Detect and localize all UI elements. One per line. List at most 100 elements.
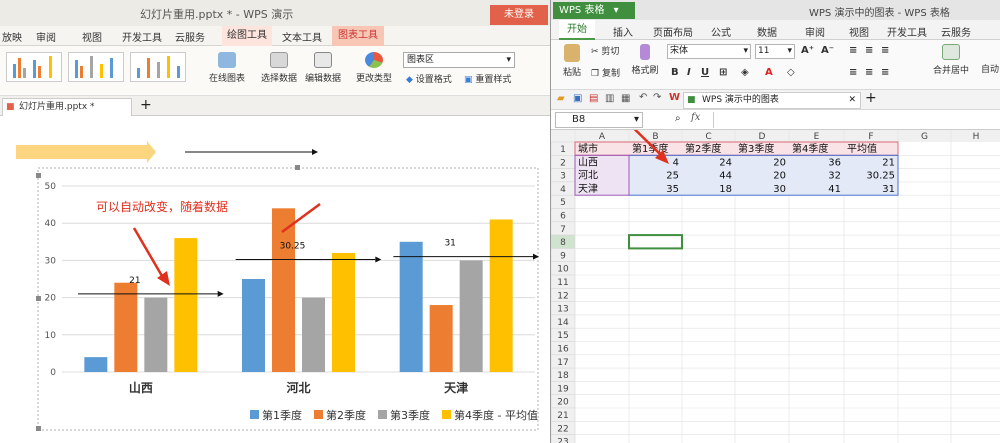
city-cell[interactable]: 山西 <box>578 156 598 168</box>
bar-chart[interactable]: 0 10 20 30 40 50 山西 21 河北 30.25 天津 31 第1季度 第2季度 第3季度 第4… <box>45 182 539 422</box>
bar[interactable] <box>84 357 108 372</box>
tab-drawing-tools[interactable]: 绘图工具 <box>222 26 272 46</box>
bar[interactable] <box>332 252 355 372</box>
chart-style-thumb-1[interactable] <box>6 52 62 82</box>
column-header[interactable]: B <box>652 132 658 142</box>
column-header[interactable]: C <box>705 132 711 142</box>
function-icon[interactable]: fx <box>691 112 700 123</box>
add-tab-button[interactable]: + <box>865 90 877 106</box>
bar[interactable] <box>489 219 513 372</box>
header-cell[interactable]: 第4季度 <box>792 142 828 155</box>
bar[interactable] <box>174 238 198 372</box>
format-button[interactable]: ◆ 设置格式 <box>406 72 458 85</box>
print-icon[interactable]: ▥ <box>605 93 614 104</box>
bar[interactable] <box>272 208 295 372</box>
tab-developer[interactable]: 开发工具 <box>122 29 162 44</box>
data-cell[interactable]: 41 <box>828 184 841 195</box>
login-button[interactable]: 未登录 <box>490 5 548 25</box>
header-cell[interactable]: 城市 <box>578 142 598 155</box>
clear-format-icon[interactable]: ◇ <box>787 67 795 78</box>
resize-handle[interactable] <box>36 426 41 431</box>
bar[interactable] <box>242 279 265 372</box>
data-cell[interactable]: 24 <box>719 157 732 168</box>
auto-wrap-button[interactable]: 自动 <box>979 62 1000 75</box>
city-cell[interactable]: 天津 <box>578 183 598 195</box>
border-icon[interactable]: ⊞ <box>719 67 727 78</box>
name-box[interactable]: B8 ▾ <box>555 112 643 128</box>
redo-icon[interactable]: ↷ <box>653 92 661 103</box>
data-cell[interactable]: 32 <box>828 171 841 182</box>
column-header[interactable]: A <box>599 132 606 142</box>
edit-data-button[interactable]: 编辑数据 <box>302 52 344 84</box>
preview-icon[interactable]: ▦ <box>621 93 630 104</box>
align-left-icon[interactable]: ≡ <box>849 67 857 78</box>
save-icon[interactable]: ▣ <box>573 93 582 104</box>
tab-slideshow[interactable]: 放映 <box>2 29 22 44</box>
tab-developer[interactable]: 开发工具 <box>887 24 927 39</box>
bar[interactable] <box>144 297 168 372</box>
data-cell[interactable]: 36 <box>828 157 841 168</box>
data-cell[interactable]: 4 <box>673 157 679 168</box>
tab-review[interactable]: 审阅 <box>805 24 825 39</box>
data-cell[interactable]: 31 <box>882 184 895 195</box>
italic-icon[interactable]: I <box>687 67 691 78</box>
wps-app-button[interactable]: WPS 表格 ▾ <box>553 2 635 19</box>
close-icon[interactable]: ✕ <box>848 93 856 108</box>
data-cell[interactable]: 20 <box>773 171 786 182</box>
underline-icon[interactable]: U <box>701 67 709 78</box>
font-color-icon[interactable]: A <box>765 67 773 78</box>
align-bottom-icon[interactable]: ≡ <box>881 45 889 56</box>
bold-icon[interactable]: B <box>671 67 679 78</box>
chart-style-thumb-3[interactable] <box>130 52 186 82</box>
header-cell[interactable]: 第3季度 <box>738 142 774 155</box>
column-header[interactable]: F <box>868 132 873 142</box>
column-header[interactable]: E <box>814 132 820 142</box>
copy-button[interactable]: ❐ 复制 <box>591 66 620 79</box>
tab-text-tools[interactable]: 文本工具 <box>282 29 322 44</box>
select-data-button[interactable]: 选择数据 <box>258 52 300 84</box>
chart-area-select[interactable]: 图表区 ▾ <box>403 52 515 68</box>
header-cell[interactable]: 第2季度 <box>685 142 721 155</box>
document-tab[interactable]: ■ 幻灯片重用.pptx * <box>2 98 132 116</box>
city-cell[interactable]: 河北 <box>578 170 598 182</box>
data-cell[interactable]: 44 <box>719 171 732 182</box>
spreadsheet-grid[interactable]: A B C D E F G H12345678910111213141516171819202… <box>551 130 1000 443</box>
tab-cloud[interactable]: 云服务 <box>941 24 971 39</box>
tab-home[interactable]: 开始 <box>559 20 595 40</box>
bar[interactable] <box>399 241 423 372</box>
align-middle-icon[interactable]: ≡ <box>865 45 873 56</box>
resize-handle[interactable] <box>36 296 41 301</box>
tab-data[interactable]: 数据 <box>757 24 777 39</box>
data-cell[interactable]: 30.25 <box>866 171 895 182</box>
cut-button[interactable]: ✂ 剪切 <box>591 44 619 57</box>
add-tab-button[interactable]: + <box>140 97 152 113</box>
export-pdf-icon[interactable]: ▤ <box>589 93 598 104</box>
column-header[interactable]: H <box>973 132 980 142</box>
chart-style-thumb-2[interactable] <box>68 52 124 82</box>
reset-style-button[interactable]: ▣ 重置样式 <box>464 72 520 85</box>
bar[interactable] <box>302 297 325 372</box>
tab-page-layout[interactable]: 页面布局 <box>653 24 693 39</box>
tab-review[interactable]: 审阅 <box>36 29 56 44</box>
tab-cloud[interactable]: 云服务 <box>175 29 205 44</box>
data-cell[interactable]: 21 <box>882 157 895 168</box>
zoom-icon[interactable]: ⌕ <box>675 113 681 124</box>
data-cell[interactable]: 35 <box>666 184 679 195</box>
tab-view[interactable]: 视图 <box>849 24 869 39</box>
column-header[interactable]: G <box>921 132 928 142</box>
bar[interactable] <box>459 260 483 372</box>
align-right-icon[interactable]: ≡ <box>881 67 889 78</box>
tab-formulas[interactable]: 公式 <box>711 24 731 39</box>
align-top-icon[interactable]: ≡ <box>849 45 857 56</box>
font-size-select[interactable]: 11 ▾ <box>755 44 795 59</box>
grow-font-icon[interactable]: A⁺ <box>801 45 814 56</box>
tab-view[interactable]: 视图 <box>82 29 102 44</box>
data-cell[interactable]: 30 <box>773 184 786 195</box>
fill-color-icon[interactable]: ◈ <box>741 67 749 78</box>
change-type-button[interactable]: 更改类型 <box>353 52 395 84</box>
selected-cell[interactable] <box>628 234 683 250</box>
tab-chart-tools[interactable]: 图表工具 <box>332 26 384 46</box>
align-center-icon[interactable]: ≡ <box>865 67 873 78</box>
font-select[interactable]: 宋体 ▾ <box>667 44 751 59</box>
online-chart-button[interactable]: 在线图表 <box>205 52 249 84</box>
